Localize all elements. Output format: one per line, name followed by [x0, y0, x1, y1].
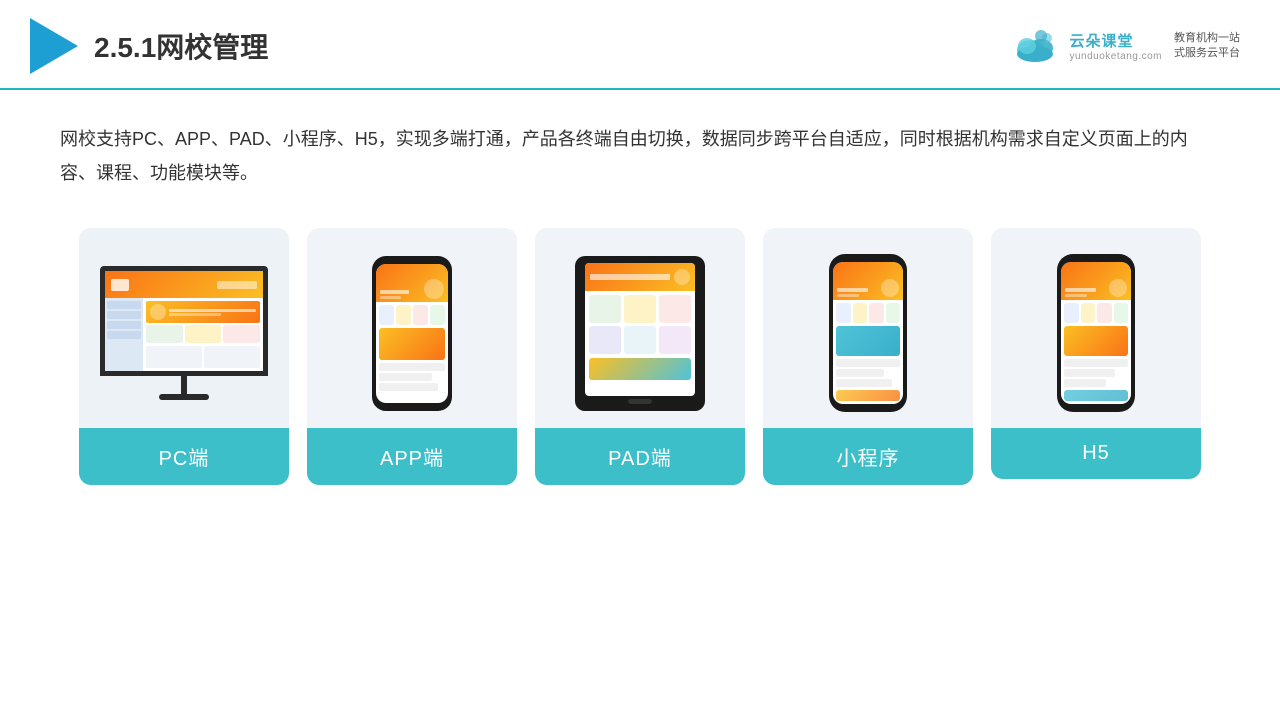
phone-frame-mini [829, 254, 907, 412]
page-title: 2.5.1网校管理 [94, 26, 268, 66]
brand-name: 云朵课堂 [1069, 30, 1133, 51]
card-app-label: APP端 [307, 428, 517, 485]
tablet-frame-pad [575, 256, 705, 411]
card-pad: PAD端 [535, 228, 745, 485]
brand-text: 云朵课堂 yunduoketang.com [1069, 30, 1162, 62]
header-right: 云朵课堂 yunduoketang.com 教育机构一站式服务云平台 [1009, 28, 1240, 64]
phone-notch-h5 [1081, 254, 1111, 261]
card-pad-label: PAD端 [535, 428, 745, 485]
brand-slogan: 教育机构一站式服务云平台 [1174, 31, 1240, 62]
card-pc: PC端 [79, 228, 289, 485]
header: 2.5.1网校管理 云朵课堂 yunduoketang.com 教育机构一站式服… [0, 0, 1280, 90]
card-miniprogram-label: 小程序 [763, 428, 973, 485]
tablet-screen-pad [585, 263, 695, 396]
play-icon [30, 18, 78, 74]
cards-container: PC端 [0, 200, 1280, 515]
tablet-home-button [628, 399, 652, 404]
tablet-pad [575, 256, 705, 411]
header-left: 2.5.1网校管理 [30, 18, 268, 74]
card-app: APP端 [307, 228, 517, 485]
card-pc-label: PC端 [79, 428, 289, 485]
phone-screen-mini [833, 262, 903, 404]
description-text: 网校支持PC、APP、PAD、小程序、H5，实现多端打通，产品各终端自由切换，数… [0, 90, 1280, 200]
phone-frame-app [372, 256, 452, 411]
card-pad-image [535, 228, 745, 428]
card-pc-image [79, 228, 289, 428]
phone-notch [397, 256, 427, 263]
card-miniprogram-image [763, 228, 973, 428]
phone-screen-h5 [1061, 262, 1131, 404]
brand-logo [1009, 28, 1061, 64]
phone-frame-h5 [1057, 254, 1135, 412]
brand-url: yunduoketang.com [1069, 51, 1162, 62]
card-miniprogram: 小程序 [763, 228, 973, 485]
monitor-screen [100, 266, 268, 376]
phone-app [372, 256, 452, 411]
phone-screen-app [376, 264, 448, 403]
card-h5-image [991, 228, 1201, 428]
pc-monitor [100, 266, 268, 400]
card-h5: H5 [991, 228, 1201, 479]
cloud-icon [1009, 28, 1061, 64]
phone-h5 [1057, 254, 1135, 412]
phone-notch-mini [853, 254, 883, 261]
card-h5-label: H5 [991, 428, 1201, 479]
card-app-image [307, 228, 517, 428]
phone-miniprogram [829, 254, 907, 412]
